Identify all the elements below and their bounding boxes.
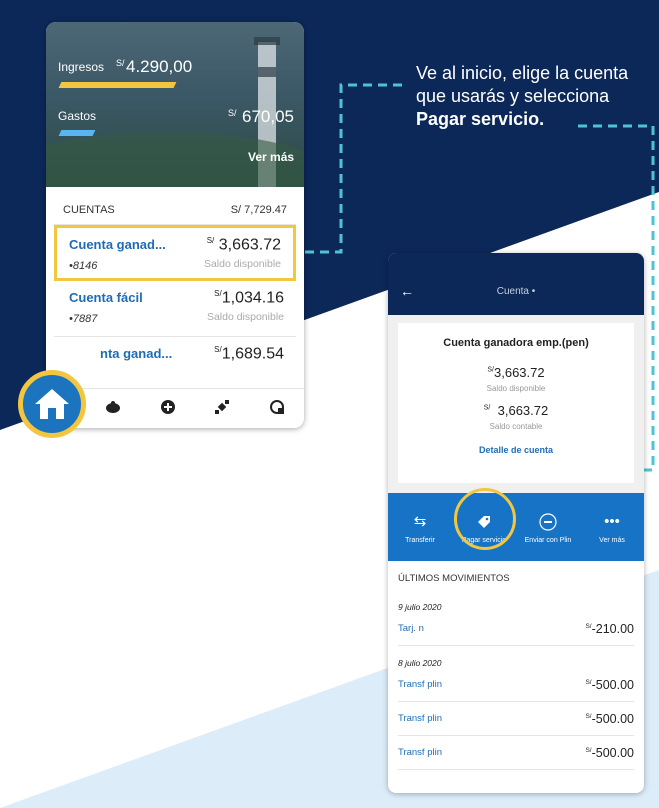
gastos-currency: S/ bbox=[228, 108, 237, 118]
ingresos-bar bbox=[58, 82, 177, 88]
account-detail-phone: ← Cuenta • Cuenta ganadora emp.(pen) S/3… bbox=[388, 253, 644, 793]
available-label: Saldo disponible bbox=[486, 384, 546, 393]
movement-value: -500.00 bbox=[591, 677, 634, 692]
home-icon bbox=[35, 389, 69, 419]
movement-row[interactable]: Transf plin S/-500.00 bbox=[398, 736, 634, 770]
account-balance: S/1,689.54 bbox=[214, 345, 284, 363]
action-bar: ⇆ Transferir Pagar servicio Enviar con P… bbox=[388, 493, 644, 561]
accounting-label: Saldo contable bbox=[489, 422, 543, 431]
more-button[interactable]: ••• Ver más bbox=[582, 511, 642, 544]
tutorial-stage: Ve al inicio, elige la cuenta que usarás… bbox=[0, 0, 659, 808]
accounting-currency: S/ bbox=[483, 404, 491, 412]
plus-circle-icon[interactable] bbox=[160, 399, 176, 419]
movement-row[interactable]: Transf plin S/-500.00 bbox=[398, 702, 634, 736]
clock-refresh-icon[interactable] bbox=[269, 399, 285, 419]
transfer-button[interactable]: ⇆ Transferir bbox=[390, 511, 450, 544]
account-balance-label: Saldo disponible bbox=[203, 258, 281, 270]
instruction-text: Ve al inicio, elige la cuenta que usarás… bbox=[416, 62, 628, 131]
movement-amount: S/-500.00 bbox=[585, 678, 634, 692]
account-full-name: Cuenta ganadora emp.(pen) bbox=[443, 337, 589, 349]
account-value: 1,034.16 bbox=[221, 289, 284, 307]
account-summary-area: Cuenta ganadora emp.(pen) S/3,663.72 Sal… bbox=[388, 315, 644, 493]
account-currency: S/ bbox=[206, 236, 215, 245]
account-item[interactable]: nta ganad... S/1,689.54 bbox=[54, 337, 296, 393]
movement-name: Transf plin bbox=[398, 679, 442, 690]
home-screen-phone: Ingresos S/ 4.290,00 Gastos S/ 670,05 Ve… bbox=[46, 22, 304, 428]
ver-mas-link[interactable]: Ver más bbox=[248, 150, 294, 164]
account-balance-label: Saldo disponible bbox=[206, 311, 284, 323]
satellite-icon[interactable] bbox=[214, 399, 230, 419]
account-screen-title: Cuenta • bbox=[496, 286, 536, 297]
piggy-bank-icon[interactable] bbox=[105, 400, 121, 418]
available-currency: S/ bbox=[487, 366, 494, 374]
movement-date: 8 julio 2020 bbox=[398, 658, 442, 668]
transfer-arrows-icon: ⇆ bbox=[413, 512, 427, 530]
account-value: 3,663.72 bbox=[218, 236, 281, 254]
movement-date: 9 julio 2020 bbox=[398, 602, 442, 612]
movement-amount: S/-500.00 bbox=[585, 712, 634, 726]
ingresos-currency: S/ bbox=[116, 58, 125, 68]
plin-icon bbox=[518, 511, 578, 533]
accounts-header: CUENTAS S/ 7,729.47 bbox=[54, 190, 296, 225]
send-plin-label: Enviar con Plin bbox=[524, 536, 572, 544]
account-header-bar: ← Cuenta • bbox=[388, 253, 644, 315]
movement-value: -500.00 bbox=[591, 711, 634, 726]
account-summary-card: Cuenta ganadora emp.(pen) S/3,663.72 Sal… bbox=[398, 323, 634, 483]
accounts-total: S/ 7,729.47 bbox=[230, 204, 287, 216]
gastos-label: Gastos bbox=[58, 109, 97, 123]
home-button[interactable] bbox=[18, 370, 86, 438]
account-currency: S/ bbox=[214, 345, 222, 354]
gastos-value: 670,05 bbox=[242, 107, 294, 126]
account-item[interactable]: Cuenta fácil •7887 S/1,034.16 Saldo disp… bbox=[54, 281, 296, 337]
account-balance: S/1,034.16 bbox=[214, 289, 284, 307]
instruction-line-1: Ve al inicio, elige la cuenta bbox=[416, 63, 629, 83]
gastos-bar bbox=[58, 130, 96, 136]
ingresos-label: Ingresos bbox=[58, 60, 105, 74]
movement-name: Tarj. n bbox=[398, 623, 424, 634]
movements-title: ÚLTIMOS MOVIMIENTOS bbox=[398, 573, 510, 584]
movement-value: -500.00 bbox=[591, 745, 634, 760]
account-currency: S/ bbox=[214, 289, 222, 298]
available-balance: S/3,663.72 bbox=[398, 365, 634, 380]
movement-amount: S/-210.00 bbox=[585, 622, 634, 636]
accounting-value: 3,663.72 bbox=[497, 403, 549, 418]
accounts-card: CUENTAS S/ 7,729.47 Cuenta ganad... •814… bbox=[54, 190, 296, 393]
movements-section: ÚLTIMOS MOVIMIENTOS 9 julio 2020 Tarj. n… bbox=[388, 561, 644, 770]
account-detail-link[interactable]: Detalle de cuenta bbox=[398, 445, 634, 455]
account-value: 1,689.54 bbox=[221, 345, 284, 363]
transfer-label: Transferir bbox=[405, 536, 435, 544]
movement-name: Transf plin bbox=[398, 747, 442, 758]
account-balance: S/ 3,663.72 bbox=[207, 236, 281, 254]
available-value: 3,663.72 bbox=[494, 365, 545, 380]
movement-name: Transf plin bbox=[398, 713, 442, 724]
instruction-line-3: Pagar servicio. bbox=[416, 109, 545, 129]
accounts-label: CUENTAS bbox=[63, 204, 115, 216]
movement-row[interactable]: Transf plin S/-500.00 bbox=[398, 668, 634, 702]
more-label: Ver más bbox=[599, 536, 625, 544]
account-item-selected[interactable]: Cuenta ganad... •8146 S/ 3,663.72 Saldo … bbox=[54, 225, 296, 281]
send-plin-button[interactable]: Enviar con Plin bbox=[518, 511, 578, 544]
accounting-balance: S/ 3,663.72 bbox=[398, 403, 634, 418]
movement-amount: S/-500.00 bbox=[585, 746, 634, 760]
movement-value: -210.00 bbox=[591, 621, 634, 636]
movement-row[interactable]: Tarj. n S/-210.00 bbox=[398, 612, 634, 646]
instruction-line-2: que usarás y selecciona bbox=[416, 86, 610, 106]
pay-service-highlight-ring bbox=[454, 488, 516, 550]
ingresos-value: 4.290,00 bbox=[126, 57, 193, 76]
more-dots-icon: ••• bbox=[604, 512, 620, 530]
